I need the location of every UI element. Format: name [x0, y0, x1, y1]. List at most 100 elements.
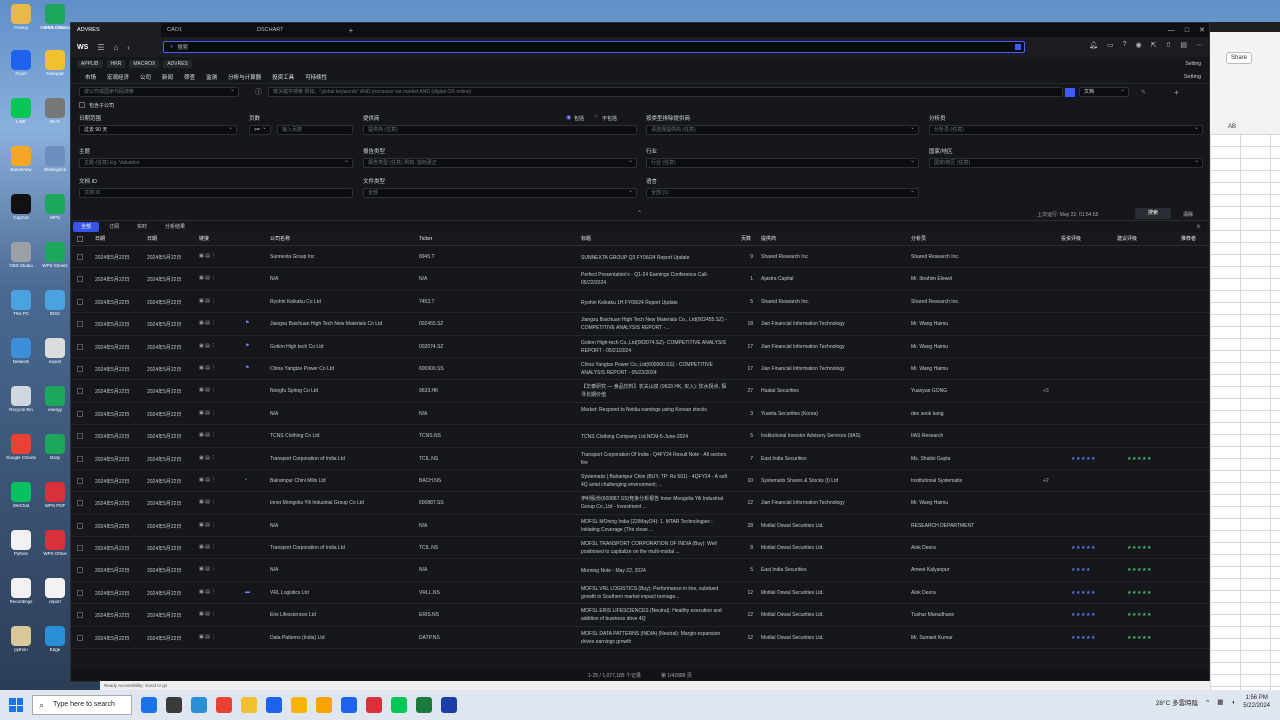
desktop-icon[interactable]: Workspace: [40, 146, 70, 173]
nav-sustainability[interactable]: 可持续性: [305, 73, 327, 81]
taskbar-app-icon[interactable]: [191, 697, 207, 713]
row-doc-icons[interactable]: ▣ ▤ ⋮: [199, 275, 216, 281]
desktop-icon[interactable]: LINE: [6, 98, 36, 125]
minimize-button[interactable]: —: [1168, 27, 1175, 34]
row-doc-icons[interactable]: ▣ ▤ ⋮: [199, 432, 216, 438]
row-company[interactable]: Transport Corporation of India Ltd: [270, 545, 345, 551]
table-row[interactable]: ▣ ▤ ⋮ 2024年5月22日 2024年5月22日 Nongfu Spring C…: [71, 380, 1209, 403]
taskbar-app-icon[interactable]: [341, 697, 357, 713]
table-row[interactable]: ▣ ▤ ⋮ 2024年5月22日 2024年5月22日 N/A N/A Morning N…: [71, 559, 1209, 582]
row-doc-icons[interactable]: ▣ ▤ ⋮: [199, 320, 216, 326]
nav-market[interactable]: 市场: [85, 73, 96, 81]
topic-select[interactable]: 主题 (任意) Eg. Valuation: [79, 158, 353, 168]
row-doc-icons[interactable]: ▣ ▤ ⋮: [199, 634, 216, 640]
header-date1[interactable]: 日期: [95, 235, 105, 242]
taskbar-app-icon[interactable]: [166, 697, 182, 713]
report-type-select[interactable]: 报告类型 (任意) 例如, 指标更正: [363, 158, 637, 168]
search-flag-icon[interactable]: [1015, 44, 1021, 50]
nav-news[interactable]: 新闻: [162, 73, 173, 81]
user-icon[interactable]: ◉: [1136, 41, 1142, 49]
table-row[interactable]: ▣ ▤ ⋮ 2024年5月22日 2024年5月22日 Jiangsu Baichua…: [71, 313, 1209, 336]
header-date2[interactable]: 日期: [147, 235, 157, 242]
bell-icon[interactable]: 🔔︎: [1089, 41, 1098, 49]
row-title[interactable]: Market: Respond to Nvidia earnings using…: [581, 406, 731, 414]
tab-dschart[interactable]: DSCHART: [251, 23, 341, 37]
tab-cao1[interactable]: CAO1: [161, 23, 251, 37]
desktop-icon[interactable]: WPS Office: [40, 530, 70, 557]
pin-icon[interactable]: ✎: [1141, 89, 1146, 96]
row-checkbox[interactable]: [77, 365, 83, 372]
taskbar-app-icon[interactable]: [241, 697, 257, 713]
row-title[interactable]: SUNNEXTA GROUP Q3 FY06/24 Report Update: [581, 254, 731, 262]
row-doc-icons[interactable]: ▣ ▤ ⋮: [199, 365, 216, 371]
home-icon[interactable]: ⌂: [113, 43, 118, 52]
row-title[interactable]: Jiangsu Baichuan High Tech New Materials…: [581, 316, 731, 332]
chip-applib[interactable]: APPLIB: [77, 59, 103, 68]
row-checkbox[interactable]: [77, 343, 83, 350]
row-doc-icons[interactable]: ▣ ▤ ⋮: [199, 589, 216, 595]
header-inv-rating[interactable]: 投资评级: [1061, 235, 1081, 242]
language-select[interactable]: 全部 (1): [646, 188, 919, 198]
include-subs-checkbox[interactable]: [79, 102, 85, 108]
taskbar-app-icon[interactable]: [316, 697, 332, 713]
close-button[interactable]: ✕: [1199, 26, 1205, 34]
tab-advres[interactable]: ADVRES: [71, 23, 161, 37]
chat-icon[interactable]: ▭: [1107, 41, 1114, 49]
select-all-checkbox[interactable]: [77, 235, 83, 242]
header-ticker[interactable]: Ticker: [419, 236, 432, 242]
exclude-provider-select[interactable]: 请选择提供商 (任意): [646, 125, 919, 135]
global-search-input[interactable]: ⌕ 搜索: [163, 41, 1025, 53]
tab-analysis[interactable]: 分析结果: [157, 222, 193, 232]
desktop-icon[interactable]: Edge: [40, 626, 70, 653]
table-row[interactable]: ▣ ▤ ⋮ 2024年5月22日 2024年5月22日 Inner Mongolia …: [71, 492, 1209, 515]
nav-setting[interactable]: Setting: [1184, 74, 1201, 80]
row-title[interactable]: China Yangtze Power Co.,Ltd(600900.SS) -…: [581, 361, 731, 377]
header-link[interactable]: 链接: [199, 235, 209, 242]
row-company[interactable]: Gotion High tech Co Ltd: [270, 344, 323, 350]
desktop-icon[interactable]: WPS Office: [40, 4, 70, 31]
table-row[interactable]: ▣ ▤ ⋮ 2024年5月22日 2024年5月22日 N/A N/A Market: R…: [71, 403, 1209, 426]
desktop-icon[interactable]: export: [40, 338, 70, 365]
row-doc-icons[interactable]: ▣ ▤ ⋮: [199, 298, 216, 304]
row-company[interactable]: Transport Corporation of India Ltd: [270, 456, 345, 462]
desktop-icon[interactable]: Zoom: [6, 50, 36, 77]
row-company[interactable]: Eris Lifesciences Ltd: [270, 612, 316, 618]
taskbar-app-icon[interactable]: [216, 697, 232, 713]
pages-operator-select[interactable]: >=: [249, 125, 271, 135]
row-title[interactable]: MOFSL VRL LOGISTICS (Buy): Performance i…: [581, 585, 731, 601]
chip-hrr[interactable]: HRR: [106, 59, 126, 68]
table-row[interactable]: ▣ ▤ ⋮ 2024年5月22日 2024年5月22日 Balrampur Chini…: [71, 470, 1209, 493]
desktop-icon[interactable]: Daily: [40, 434, 70, 461]
row-doc-icons[interactable]: ▣ ▤ ⋮: [199, 544, 216, 550]
volume-icon[interactable]: ◖: [1231, 699, 1235, 706]
row-checkbox[interactable]: [77, 634, 83, 641]
tab-all[interactable]: 全部: [73, 221, 100, 232]
row-company[interactable]: Data Patterns (India) Ltd: [270, 635, 324, 641]
row-company[interactable]: N/A: [270, 567, 278, 573]
nav-monitor[interactable]: 监测: [206, 73, 217, 81]
row-title[interactable]: Morning Note - May 22, 2024: [581, 567, 731, 575]
row-doc-icons[interactable]: ▣ ▤ ⋮: [199, 499, 216, 505]
maximize-button[interactable]: □: [1185, 27, 1189, 34]
table-row[interactable]: ▣ ▤ ⋮ 2024年5月22日 2024年5月22日 Sunnexta Group …: [71, 246, 1209, 269]
row-doc-icons[interactable]: ▣ ▤ ⋮: [199, 611, 216, 617]
add-icon[interactable]: +: [1174, 88, 1179, 97]
row-company[interactable]: Jiangsu Baichuan High Tech New Materials…: [270, 321, 382, 327]
row-checkbox[interactable]: [77, 612, 83, 619]
new-tab-button[interactable]: +: [341, 26, 361, 35]
desktop-icon[interactable]: CapCut: [6, 194, 36, 221]
appbar-setting[interactable]: Setting: [1185, 61, 1201, 67]
taskbar-app-icon[interactable]: [291, 697, 307, 713]
table-row[interactable]: ▣ ▤ ⋮ 2024年5月22日 2024年5月22日 Transport Corpo…: [71, 537, 1209, 560]
row-title[interactable]: Gotion High-tech Co.,Ltd(002074.SZ)- COM…: [581, 339, 731, 355]
row-company[interactable]: Nongfu Spring Co Ltd: [270, 388, 318, 394]
header-recommender[interactable]: 推荐者: [1181, 235, 1196, 242]
nav-screening[interactable]: 筛查: [184, 73, 195, 81]
row-title[interactable]: Transport Corporation Of India - Q4FY24 …: [581, 451, 731, 467]
row-doc-icons[interactable]: ▣ ▤ ⋮: [199, 566, 216, 572]
row-checkbox[interactable]: [77, 433, 83, 440]
row-checkbox[interactable]: [77, 567, 83, 574]
desktop-icon[interactable]: python: [6, 626, 36, 653]
table-row[interactable]: ▣ ▤ ⋮ 2024年5月22日 2024年5月22日 Transport Corpo…: [71, 448, 1209, 470]
print-icon[interactable]: ▤: [1180, 41, 1187, 49]
